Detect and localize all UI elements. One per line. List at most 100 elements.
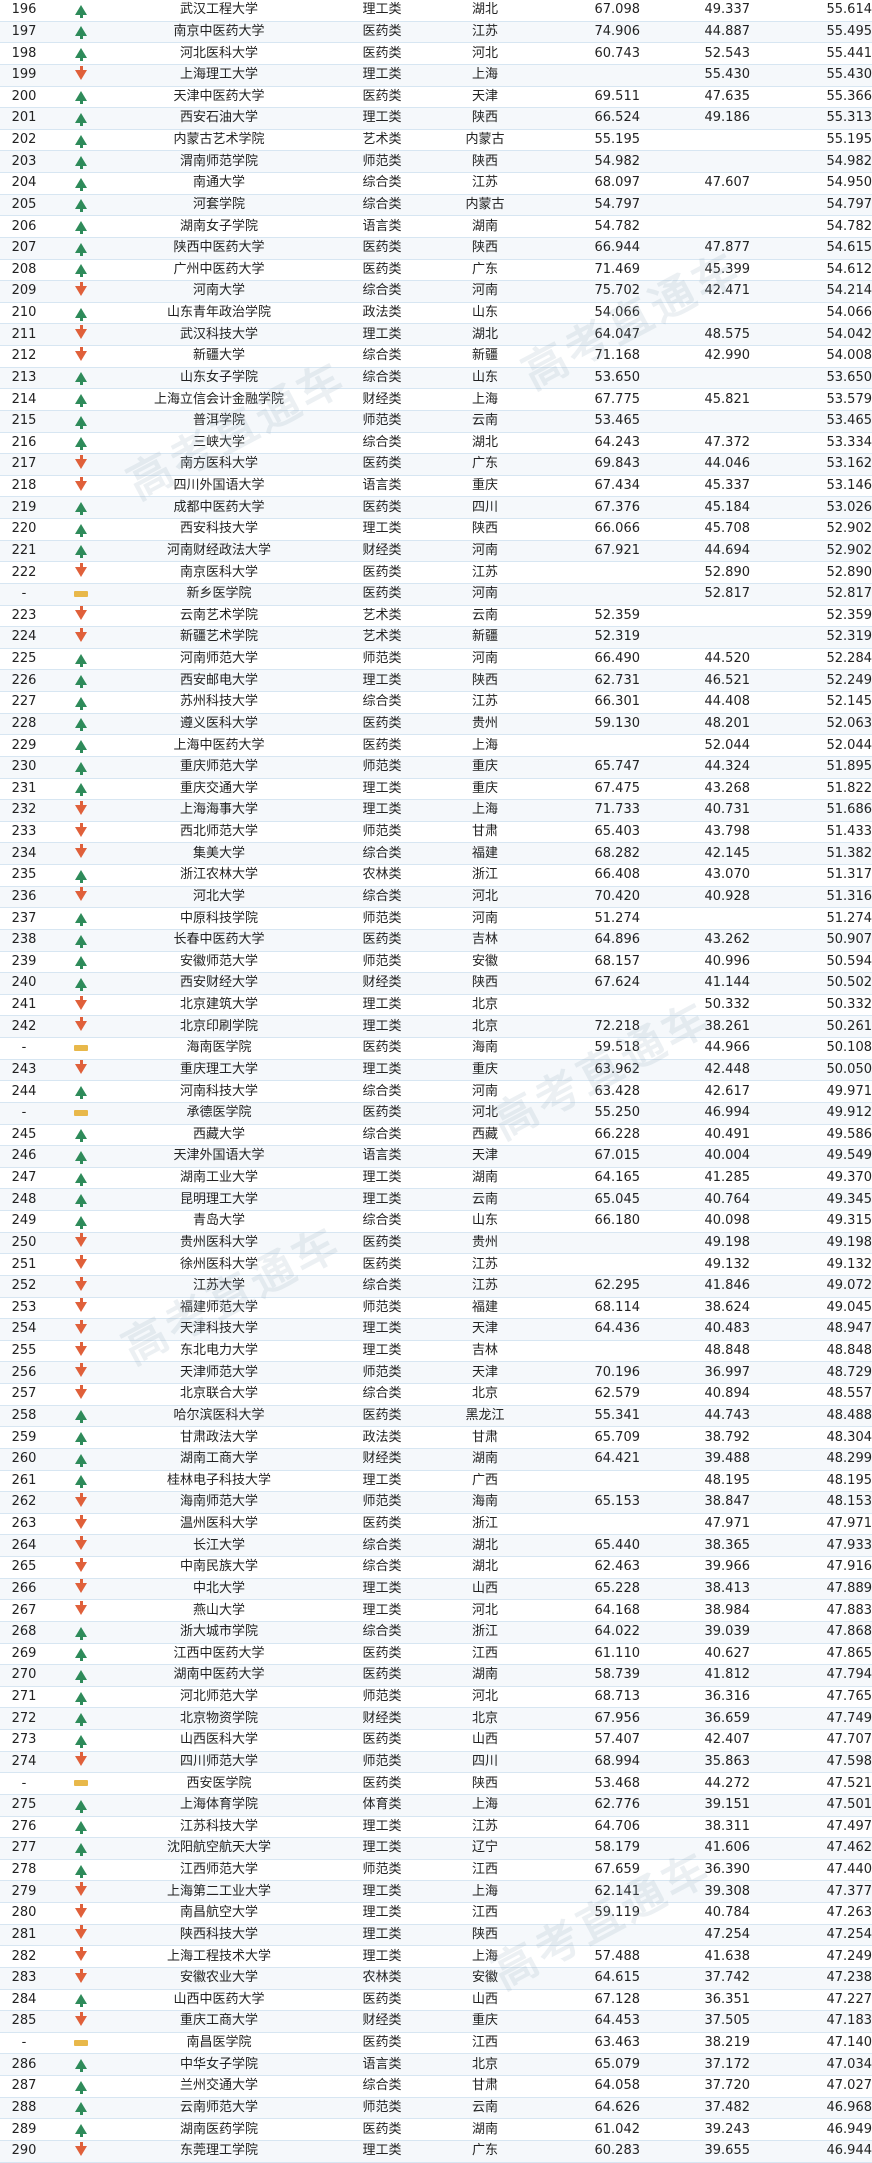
province-cell: 江苏	[440, 1253, 530, 1276]
arrow-up-icon	[75, 1734, 87, 1748]
rank-cell: 211	[0, 323, 48, 346]
province-cell: 湖南	[440, 2118, 530, 2141]
score-b-cell: 36.390	[640, 1859, 750, 1882]
rank-cell: 216	[0, 432, 48, 455]
category-cell: 医药类	[324, 42, 440, 65]
total-score-cell: 54.008	[750, 345, 872, 368]
arrow-up-icon	[75, 934, 87, 948]
total-score-cell: 47.140	[750, 2032, 872, 2055]
trend-icon-cell	[48, 1037, 114, 1060]
province-cell: 河北	[440, 1686, 530, 1709]
score-a-cell: 66.066	[530, 518, 640, 541]
table-row: 210 山东青年政治学院 政法类 山东 54.066 54.066	[0, 302, 872, 325]
score-b-cell: 37.482	[640, 2097, 750, 2120]
score-b-cell: 43.268	[640, 778, 750, 801]
rank-cell: 227	[0, 691, 48, 714]
university-name: 北京物资学院	[114, 1707, 324, 1730]
university-name: 云南师范大学	[114, 2097, 324, 2120]
score-a-cell	[530, 1253, 640, 1276]
university-name: 上海海事大学	[114, 799, 324, 822]
arrow-up-icon	[75, 1648, 87, 1662]
trend-icon-cell	[48, 778, 114, 801]
trend-icon-cell	[48, 1556, 114, 1579]
rank-cell: 244	[0, 1080, 48, 1103]
university-name: 西北师范大学	[114, 821, 324, 844]
university-name: 内蒙古艺术学院	[114, 129, 324, 152]
province-cell: 重庆	[440, 756, 530, 779]
table-row: 217 南方医科大学 医药类 广东 69.843 44.046 53.162	[0, 453, 872, 476]
trend-icon-cell	[48, 42, 114, 65]
trend-icon-cell	[48, 237, 114, 260]
province-cell: 辽宁	[440, 1837, 530, 1860]
category-cell: 综合类	[324, 172, 440, 195]
category-cell: 医药类	[324, 1513, 440, 1536]
total-score-cell: 48.304	[750, 1426, 872, 1449]
province-cell: 福建	[440, 1297, 530, 1320]
province-cell: 浙江	[440, 864, 530, 887]
rank-cell: 277	[0, 1837, 48, 1860]
arrow-up-icon	[75, 394, 87, 408]
score-a-cell: 59.130	[530, 713, 640, 736]
arrow-down-icon	[75, 1752, 87, 1767]
arrow-up-icon	[75, 2124, 87, 2138]
score-a-cell: 69.511	[530, 86, 640, 109]
university-name: 上海中医药大学	[114, 734, 324, 757]
table-row: 261 桂林电子科技大学 理工类 广西 48.195 48.195	[0, 1470, 872, 1493]
table-row: 215 普洱学院 师范类 云南 53.465 53.465	[0, 410, 872, 433]
province-cell: 江西	[440, 1902, 530, 1925]
province-cell: 广东	[440, 259, 530, 282]
arrow-up-icon	[75, 1086, 87, 1100]
category-cell: 理工类	[324, 1318, 440, 1341]
rank-cell: 217	[0, 453, 48, 476]
total-score-cell: 54.042	[750, 323, 872, 346]
university-name: 新乡医学院	[114, 583, 324, 606]
province-cell: 广东	[440, 2140, 530, 2163]
category-cell: 师范类	[324, 1297, 440, 1320]
province-cell: 江西	[440, 1643, 530, 1666]
total-score-cell: 52.063	[750, 713, 872, 736]
trend-icon-cell	[48, 215, 114, 238]
category-cell: 医药类	[324, 259, 440, 282]
table-row: 226 西安邮电大学 理工类 陕西 62.731 46.521 52.249	[0, 669, 872, 692]
rank-cell: 282	[0, 1945, 48, 1968]
total-score-cell: 46.949	[750, 2118, 872, 2141]
rank-cell: 228	[0, 713, 48, 736]
category-cell: 财经类	[324, 540, 440, 563]
score-b-cell: 38.365	[640, 1534, 750, 1557]
trend-icon-cell	[48, 561, 114, 584]
province-cell: 湖北	[440, 0, 530, 22]
arrow-up-icon	[75, 2080, 87, 2094]
score-b-cell: 47.877	[640, 237, 750, 260]
trend-icon-cell	[48, 1578, 114, 1601]
trend-icon-cell	[48, 367, 114, 390]
category-cell: 综合类	[324, 1080, 440, 1103]
score-a-cell: 65.079	[530, 2053, 640, 2076]
province-cell: 安徽	[440, 1967, 530, 1990]
category-cell: 理工类	[324, 1837, 440, 1860]
university-name: 上海体育学院	[114, 1794, 324, 1817]
category-cell: 师范类	[324, 410, 440, 433]
university-name: 天津科技大学	[114, 1318, 324, 1341]
province-cell: 海南	[440, 1491, 530, 1514]
province-cell: 河南	[440, 540, 530, 563]
score-a-cell: 58.179	[530, 1837, 640, 1860]
total-score-cell: 47.497	[750, 1816, 872, 1839]
rank-cell: 274	[0, 1751, 48, 1774]
province-cell: 北京	[440, 1015, 530, 1038]
score-a-cell: 63.463	[530, 2032, 640, 2055]
score-b-cell: 41.144	[640, 972, 750, 995]
arrow-up-icon	[75, 675, 87, 689]
score-b-cell: 39.308	[640, 1880, 750, 1903]
rank-cell: 224	[0, 626, 48, 649]
university-name: 江苏大学	[114, 1275, 324, 1298]
arrow-down-icon	[75, 606, 87, 621]
table-row: 290 东莞理工学院 理工类 广东 60.283 39.655 46.944	[0, 2140, 872, 2163]
trend-icon-cell	[48, 280, 114, 303]
score-b-cell: 39.151	[640, 1794, 750, 1817]
category-cell: 综合类	[324, 1621, 440, 1644]
score-a-cell: 66.524	[530, 107, 640, 130]
university-name: 西安财经大学	[114, 972, 324, 995]
rank-cell: 231	[0, 778, 48, 801]
arrow-down-icon	[75, 1882, 87, 1897]
province-cell: 山西	[440, 1578, 530, 1601]
